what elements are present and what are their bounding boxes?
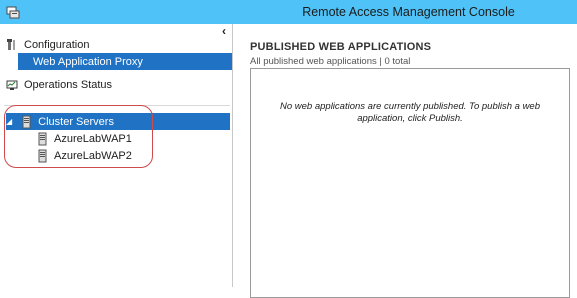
title-bar: Remote Access Management Console [0,0,577,24]
nav-item-label: Web Application Proxy [33,55,143,68]
wrench-icon [7,38,15,50]
window-title: Remote Access Management Console [302,5,515,19]
navigation-pane: ‹ Configuration Web Application Proxy Op… [0,24,233,287]
nav-item-web-application-proxy[interactable]: Web Application Proxy [18,53,232,70]
monitor-status-icon [6,80,18,90]
nav-item-label: Configuration [24,38,90,51]
main-content: PUBLISHED WEB APPLICATIONS All published… [234,24,577,298]
annotation-highlight [4,105,153,168]
empty-state-message: No web applications are currently publis… [280,101,540,124]
published-applications-list[interactable]: No web applications are currently publis… [250,68,570,298]
nav-item-operations-status[interactable]: Operations Status [6,76,226,93]
published-count: All published web applications | 0 total [250,56,411,67]
page-title: PUBLISHED WEB APPLICATIONS [250,41,432,53]
nav-item-configuration[interactable]: Configuration [6,36,226,53]
nav-item-label: Operations Status [24,78,113,91]
